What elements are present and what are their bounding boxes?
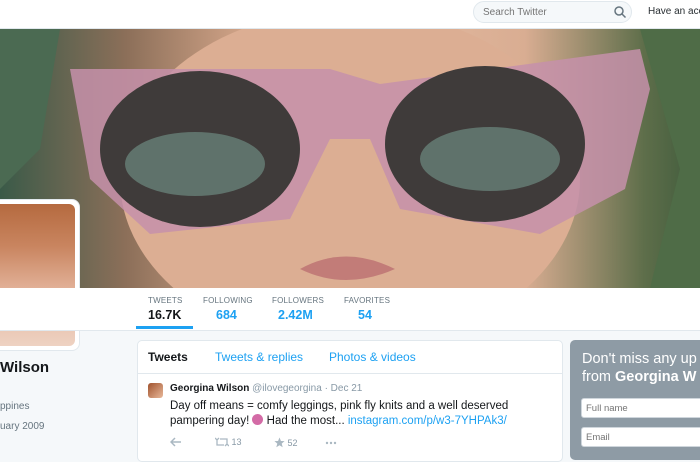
stat-value: 684	[216, 308, 237, 322]
tweet-text-line1: Day off means = comfy leggings, pink fly…	[170, 400, 509, 412]
search-icon[interactable]	[613, 5, 627, 19]
email-input[interactable]	[581, 427, 700, 447]
tweet-text: Day off means = comfy leggings, pink fly…	[170, 399, 555, 429]
stat-value: 2.42M	[278, 308, 313, 322]
stat-favorites[interactable]: FAVORITES 54	[344, 296, 390, 322]
star-icon	[274, 437, 285, 448]
profile-stats-bar: TWEETS 16.7K FOLLOWING 684 FOLLOWERS 2.4…	[0, 288, 700, 331]
timeline: Tweets Tweets & replies Photos & videos …	[137, 340, 563, 462]
profile-name: Wilson	[0, 359, 50, 376]
tweet-text-line2: pampering day!	[170, 415, 250, 427]
tweet-author-avatar[interactable]	[148, 383, 163, 398]
tweet-header: Georgina Wilson @ilovegeorgina · Dec 21	[170, 383, 362, 394]
stat-value: 16.7K	[148, 308, 182, 322]
signup-card: Don't miss any up from Georgina W	[570, 340, 700, 460]
reply-action[interactable]	[169, 437, 182, 447]
favorite-count: 52	[287, 438, 298, 448]
stat-label: FOLLOWERS	[272, 296, 325, 305]
tweet-text-after-emoji: Had the most...	[263, 415, 348, 427]
retweet-action[interactable]: 13	[214, 437, 242, 447]
more-dots-icon	[325, 441, 337, 445]
favorite-action[interactable]: 52	[274, 437, 298, 448]
profile-banner	[0, 29, 700, 288]
full-name-input[interactable]	[581, 398, 700, 418]
signup-title-name: Georgina W	[615, 369, 697, 385]
have-an-account-link[interactable]: Have an acco	[648, 6, 700, 17]
tweet-link[interactable]: instagram.com/p/w3-7YHPAk3/	[348, 415, 507, 427]
tweet-author-handle[interactable]: @ilovegeorgina	[252, 383, 322, 394]
stat-label: FAVORITES	[344, 296, 391, 305]
tab-tweets[interactable]: Tweets	[148, 350, 188, 364]
active-stat-indicator	[136, 326, 193, 329]
stat-tweets[interactable]: TWEETS 16.7K	[148, 296, 183, 322]
pampering-emoji-icon	[252, 414, 264, 425]
stat-label: FOLLOWING	[203, 296, 253, 305]
stat-followers[interactable]: FOLLOWERS 2.42M	[272, 296, 324, 322]
stat-following[interactable]: FOLLOWING 684	[203, 296, 253, 322]
tab-photos-and-videos[interactable]: Photos & videos	[329, 350, 416, 364]
tab-tweets-and-replies[interactable]: Tweets & replies	[215, 350, 303, 364]
search-input[interactable]	[473, 1, 632, 23]
signup-title: Don't miss any up from Georgina W	[582, 350, 700, 386]
more-action[interactable]	[325, 437, 337, 447]
stat-label: TWEETS	[148, 296, 183, 305]
tweet-author-name[interactable]: Georgina Wilson	[170, 383, 249, 394]
tweet-date[interactable]: · Dec 21	[325, 383, 363, 394]
timeline-tabs: Tweets Tweets & replies Photos & videos	[138, 341, 562, 374]
stat-value: 54	[358, 308, 372, 322]
profile-joined-date: uary 2009	[0, 421, 45, 432]
retweet-icon	[214, 437, 230, 447]
signup-title-from: from	[582, 369, 616, 385]
retweet-count: 13	[231, 437, 242, 447]
banner-photo	[0, 29, 700, 288]
profile-location: ppines	[0, 401, 30, 412]
signup-title-line1: Don't miss any up	[582, 351, 697, 367]
reply-icon	[169, 437, 181, 447]
top-navigation-bar: Have an acco	[0, 0, 700, 29]
